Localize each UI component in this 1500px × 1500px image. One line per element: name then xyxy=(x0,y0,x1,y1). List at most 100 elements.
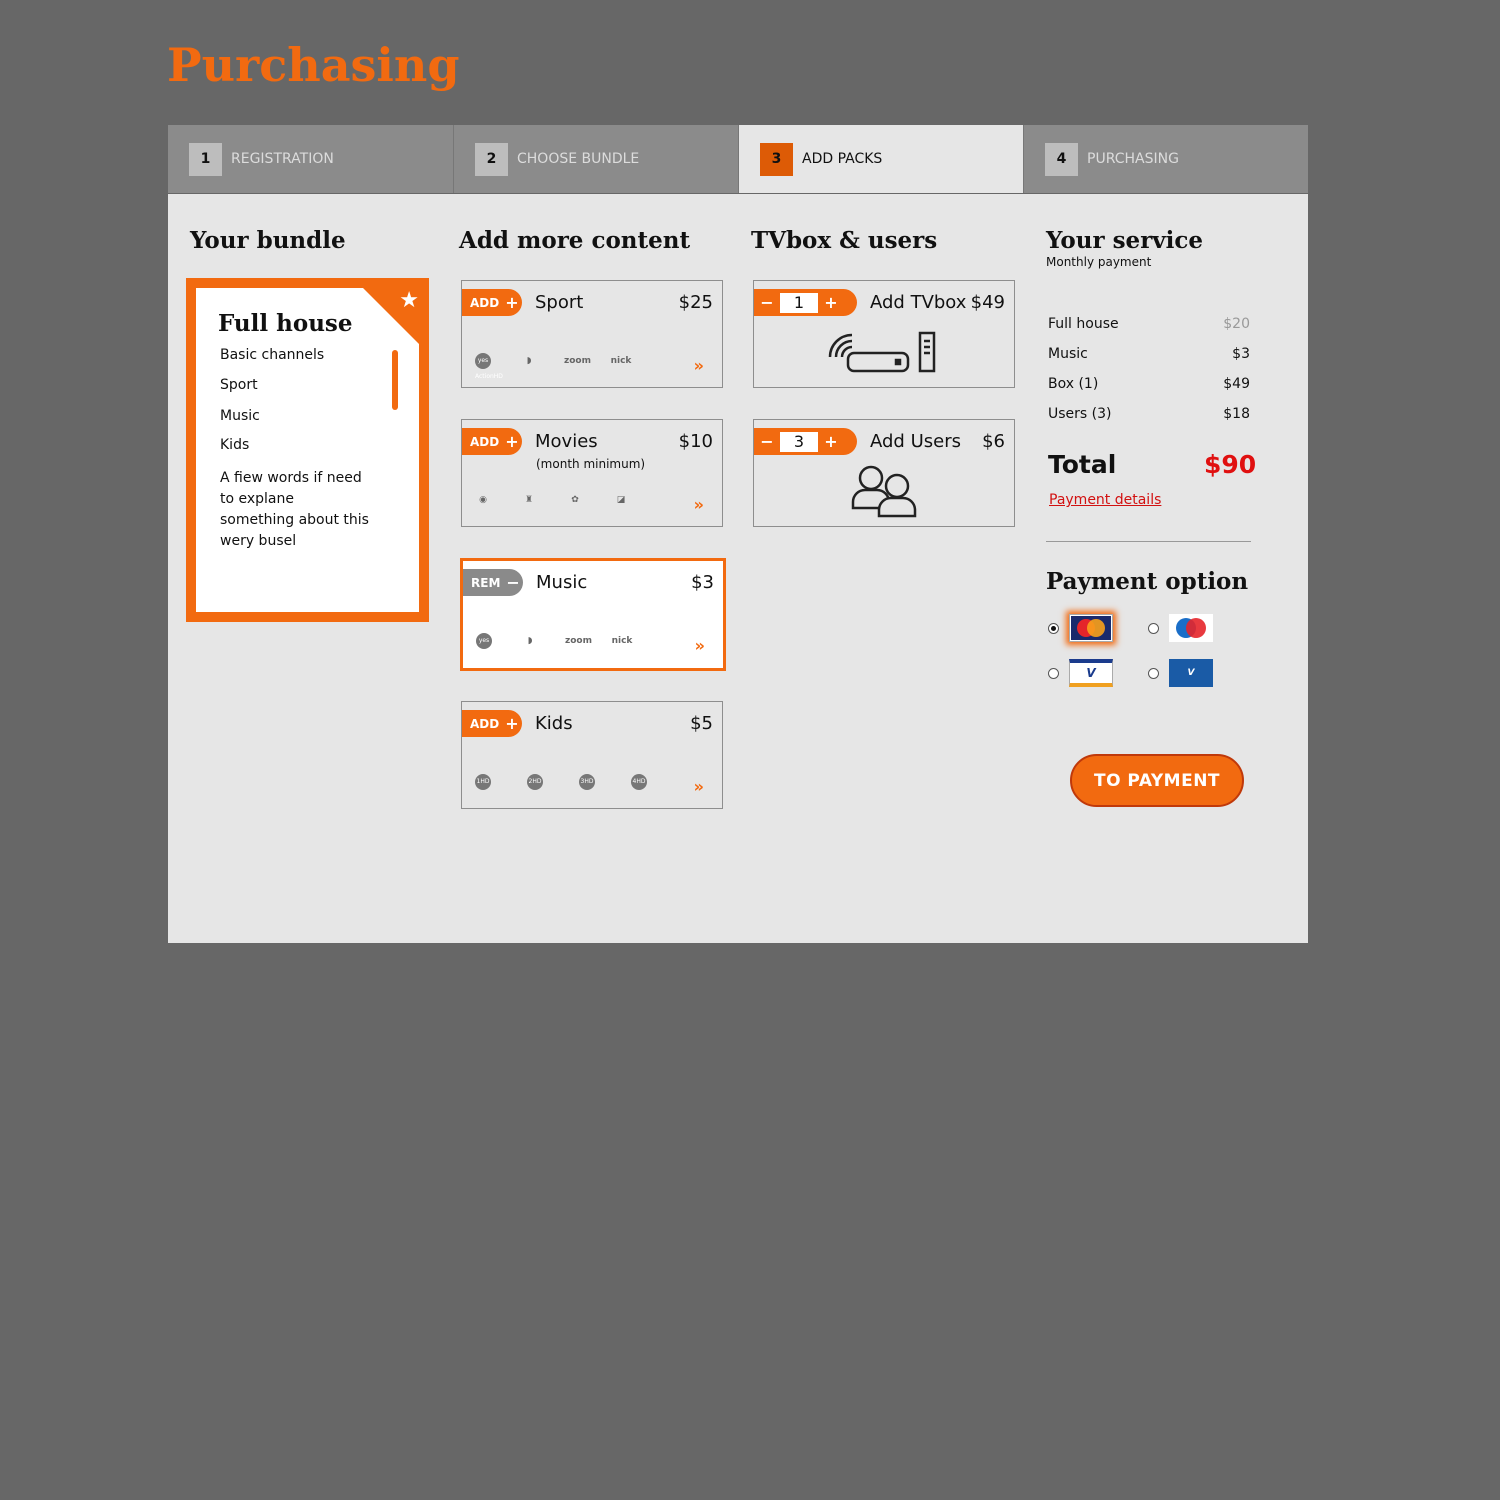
step-choose-bundle[interactable]: 2 CHOOSE BUNDLE xyxy=(453,125,738,193)
pack-name: Music xyxy=(536,572,588,593)
service-subheading: Monthly payment xyxy=(1046,255,1152,269)
users-quantity-stepper[interactable]: − 3 + xyxy=(754,428,857,455)
visa-icon: V xyxy=(1069,659,1113,687)
channel-logos: 1HD 2HD 3HD 4HD xyxy=(472,774,650,790)
users-card: − 3 + Add Users $6 xyxy=(753,419,1015,527)
payment-details-link[interactable]: Payment details xyxy=(1049,492,1161,508)
service-row: Users (3) $18 xyxy=(1048,406,1250,422)
channel-logo: nick xyxy=(610,356,632,366)
increment-button[interactable]: + xyxy=(818,293,844,312)
channel-logo: yes ActionHD xyxy=(475,353,503,380)
payment-option-mastercard[interactable] xyxy=(1048,614,1113,642)
total-label: Total xyxy=(1048,450,1117,479)
bundle-card-body: Full house Basic channels Sport Music Ki… xyxy=(196,288,419,612)
decrement-button[interactable]: − xyxy=(754,293,780,312)
users-price: $6 xyxy=(982,431,1005,452)
chevron-right-icon[interactable]: » xyxy=(694,495,704,514)
radio-button[interactable] xyxy=(1048,622,1059,634)
channel-logo: yes ActionHD xyxy=(476,633,504,660)
pack-price: $5 xyxy=(690,713,713,734)
users-quantity[interactable]: 3 xyxy=(780,431,818,452)
chevron-right-icon[interactable]: » xyxy=(695,636,705,655)
pack-price: $10 xyxy=(678,431,713,452)
pill-label: ADD xyxy=(470,295,500,310)
service-row: Music $3 xyxy=(1048,346,1250,362)
main-panel: Your bundle Full house Basic channels Sp… xyxy=(168,194,1308,943)
step-label: ADD PACKS xyxy=(802,151,883,167)
bundle-item: Sport xyxy=(220,377,258,393)
to-payment-button[interactable]: TO PAYMENT xyxy=(1070,754,1244,807)
service-row: Box (1) $49 xyxy=(1048,376,1250,392)
decrement-button[interactable]: − xyxy=(754,432,780,451)
add-pack-button[interactable]: ADD + xyxy=(462,289,522,316)
service-row-value: $18 xyxy=(1223,406,1250,422)
radio-button[interactable] xyxy=(1148,622,1159,634)
plus-icon: + xyxy=(505,432,519,451)
radio-button[interactable] xyxy=(1148,667,1159,679)
bundle-item: Kids xyxy=(220,437,250,453)
bundle-card[interactable]: Full house Basic channels Sport Music Ki… xyxy=(186,278,429,622)
pack-name: Sport xyxy=(535,292,584,313)
step-add-packs[interactable]: 3 ADD PACKS xyxy=(738,125,1023,193)
payment-heading: Payment option xyxy=(1046,568,1249,595)
chevron-right-icon[interactable]: » xyxy=(694,777,704,796)
channel-icon: ◗ xyxy=(527,636,533,646)
add-pack-button[interactable]: ADD + xyxy=(462,428,522,455)
tvbox-price: $49 xyxy=(970,292,1005,313)
service-row-label: Music xyxy=(1048,346,1088,362)
channel-logo: 3HD xyxy=(579,774,595,790)
channel-logos: yes ActionHD ◗ zoom nick xyxy=(473,633,633,660)
add-pack-button[interactable]: ADD + xyxy=(462,710,522,737)
tvbox-label: Add TVbox xyxy=(870,292,967,313)
payment-option-visa[interactable]: V xyxy=(1048,659,1113,687)
chevron-right-icon[interactable]: » xyxy=(694,356,704,375)
plus-icon: + xyxy=(505,714,519,733)
step-number: 4 xyxy=(1045,142,1078,176)
increment-button[interactable]: + xyxy=(818,432,844,451)
pack-price: $3 xyxy=(691,572,714,593)
channel-logo: nick xyxy=(611,636,633,646)
content-heading: Add more content xyxy=(459,227,691,254)
channel-icon: ♜ xyxy=(524,495,534,505)
remove-pack-button[interactable]: REM − xyxy=(463,569,523,596)
service-row: Full house $20 xyxy=(1048,316,1250,332)
bundle-item: Music xyxy=(220,408,260,424)
service-row-label: Users (3) xyxy=(1048,406,1112,422)
pack-price: $25 xyxy=(678,292,713,313)
tvbox-quantity-stepper[interactable]: − 1 + xyxy=(754,289,857,316)
channel-logo: zoom xyxy=(564,356,591,366)
pack-name: Movies xyxy=(535,431,598,452)
pack-card-sport: ADD + Sport $25 yes ActionHD ◗ zoom nick … xyxy=(461,280,723,388)
service-row-label: Box (1) xyxy=(1048,376,1099,392)
service-row-value: $49 xyxy=(1223,376,1250,392)
channel-icon: ◗ xyxy=(526,356,532,366)
step-label: CHOOSE BUNDLE xyxy=(517,151,640,167)
channel-icon: ◉ xyxy=(479,495,487,505)
tvbox-quantity[interactable]: 1 xyxy=(780,292,818,313)
minus-icon: − xyxy=(506,573,520,592)
wizard-steps: 1 REGISTRATION 2 CHOOSE BUNDLE 3 ADD PAC… xyxy=(168,125,1308,193)
mastercard-icon xyxy=(1069,614,1113,642)
service-row-value: $3 xyxy=(1232,346,1250,362)
step-purchasing[interactable]: 4 PURCHASING xyxy=(1023,125,1308,193)
bundle-name: Full house xyxy=(218,310,353,337)
bundle-scrollbar[interactable] xyxy=(392,350,398,410)
total-value: $90 xyxy=(1204,450,1257,479)
step-registration[interactable]: 1 REGISTRATION xyxy=(168,125,453,193)
tvbox-heading: TVbox & users xyxy=(751,227,938,254)
service-row-value: $20 xyxy=(1223,316,1250,332)
payment-option-visa-electron[interactable]: V xyxy=(1148,659,1213,687)
pack-card-movies: ADD + Movies (month minimum) $10 ◉ ♜ ✿ ◪ … xyxy=(461,419,723,527)
users-label: Add Users xyxy=(870,431,961,452)
pack-card-kids: ADD + Kids $5 1HD 2HD 3HD 4HD » xyxy=(461,701,723,809)
service-row-label: Full house xyxy=(1048,316,1119,332)
step-number: 2 xyxy=(475,142,508,176)
payment-option-maestro[interactable] xyxy=(1148,614,1213,642)
tvbox-card: − 1 + Add TVbox $49 xyxy=(753,280,1015,388)
pill-label: ADD xyxy=(470,434,500,449)
pack-note: (month minimum) xyxy=(536,457,646,471)
channel-icon: ◪ xyxy=(616,495,626,505)
channel-logo: 4HD xyxy=(631,774,647,790)
radio-button[interactable] xyxy=(1048,667,1059,679)
channel-logo: zoom xyxy=(565,636,592,646)
